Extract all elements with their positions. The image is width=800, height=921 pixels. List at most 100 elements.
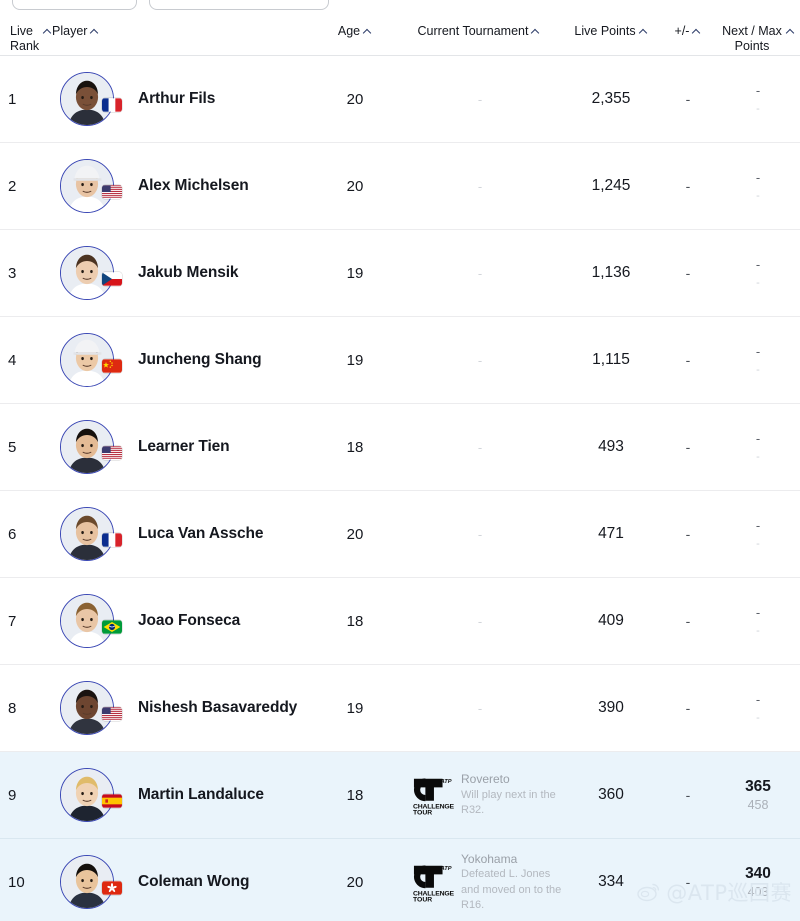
- column-header-age[interactable]: Age: [314, 24, 396, 39]
- age-value: 19: [346, 351, 364, 369]
- svg-text:ATP: ATP: [440, 866, 452, 872]
- tournament-empty: -: [477, 526, 483, 542]
- age-value: 19: [346, 264, 364, 282]
- column-header-live-rank[interactable]: Live Rank: [0, 24, 52, 54]
- table-body: 1 Arthur Fils 20-2,355- - -2 Alex Michelsen 20…: [0, 56, 800, 921]
- avatar: [60, 333, 122, 387]
- current-tournament-cell: -: [396, 230, 562, 317]
- flag-icon: [102, 794, 122, 808]
- player-name[interactable]: Jakub Mensik: [138, 264, 239, 282]
- region-filter-input[interactable]: [12, 0, 137, 10]
- next-max-points-cell: --: [716, 491, 800, 578]
- table-row[interactable]: 10 Coleman Wong 20 ATPCHALLENGERTOUR Yokoham…: [0, 839, 800, 921]
- max-points-value: 458: [747, 798, 769, 812]
- current-tournament-cell: -: [396, 143, 562, 230]
- age-value: 20: [346, 177, 364, 195]
- live-points-value: 2,355: [591, 90, 631, 107]
- table-row[interactable]: 1 Arthur Fils 20-2,355- - -: [0, 56, 800, 143]
- next-max-points-cell: --: [716, 404, 800, 491]
- player-cell[interactable]: Alex Michelsen: [52, 143, 314, 230]
- tournament-empty: -: [477, 265, 483, 281]
- player-cell[interactable]: Luca Van Assche: [52, 491, 314, 578]
- flag-icon: [102, 533, 122, 547]
- live-points-value: 1,245: [591, 177, 631, 194]
- column-header-player[interactable]: Player: [52, 24, 314, 39]
- svg-text:ATP: ATP: [440, 779, 452, 785]
- max-points-value: 403: [747, 885, 769, 899]
- flag-icon: [102, 185, 122, 199]
- player-cell[interactable]: Nishesh Basavareddy: [52, 665, 314, 752]
- column-header-plus-minus-label: +/-: [674, 24, 690, 38]
- next-max-points-cell: --: [716, 317, 800, 404]
- current-tournament-cell: -: [396, 317, 562, 404]
- player-name[interactable]: Luca Van Assche: [138, 525, 264, 543]
- avatar: [60, 594, 122, 648]
- column-header-next-max-points[interactable]: Next / Max Points: [716, 24, 800, 54]
- rank-value: 2: [8, 177, 17, 195]
- current-tournament-cell: -: [396, 578, 562, 665]
- sort-caret-icon: [43, 27, 52, 36]
- rank-value: 6: [8, 525, 17, 543]
- player-name[interactable]: Joao Fonseca: [138, 612, 240, 630]
- table-row[interactable]: 4 Juncheng Shang 19-1,115- - -: [0, 317, 800, 404]
- flag-icon: [102, 881, 122, 895]
- player-cell[interactable]: Martin Landaluce: [52, 752, 314, 839]
- rank-value: 10: [8, 873, 25, 891]
- column-header-live-points[interactable]: Live Points: [562, 24, 660, 39]
- player-name[interactable]: Arthur Fils: [138, 90, 215, 108]
- search-filter-input[interactable]: [149, 0, 329, 10]
- age-value: 18: [346, 438, 364, 456]
- player-cell[interactable]: Jakub Mensik: [52, 230, 314, 317]
- player-name[interactable]: Juncheng Shang: [138, 351, 262, 369]
- column-header-current-tournament[interactable]: Current Tournament: [396, 24, 562, 39]
- avatar: [60, 681, 122, 735]
- table-row[interactable]: 5 Learner Tien 18-493- - -: [0, 404, 800, 491]
- player-name[interactable]: Nishesh Basavareddy: [138, 699, 297, 717]
- current-tournament-cell[interactable]: ATPCHALLENGERTOUR RoveretoWill play next …: [396, 752, 562, 839]
- column-header-current-tournament-label: Current Tournament: [417, 24, 529, 38]
- plus-minus-value: -: [685, 91, 691, 107]
- player-cell[interactable]: Arthur Fils: [52, 56, 314, 143]
- next-points-value: 365: [745, 778, 771, 795]
- player-name[interactable]: Coleman Wong: [138, 873, 249, 891]
- sort-caret-icon: [786, 27, 795, 36]
- current-tournament-cell: -: [396, 56, 562, 143]
- tournament-empty: -: [477, 613, 483, 629]
- player-cell[interactable]: Juncheng Shang: [52, 317, 314, 404]
- rank-value: 3: [8, 264, 17, 282]
- live-points-value: 360: [598, 786, 624, 803]
- tournament-note: Will play next in the R32.: [461, 788, 556, 817]
- avatar: [60, 246, 122, 300]
- column-header-plus-minus[interactable]: +/-: [660, 24, 716, 39]
- live-points-value: 493: [598, 438, 624, 455]
- current-tournament-cell[interactable]: ATPCHALLENGERTOUR Yokohama Defeated L. Jon…: [396, 839, 562, 921]
- player-cell[interactable]: Coleman Wong: [52, 839, 314, 921]
- max-points-value: -: [756, 712, 760, 724]
- max-points-value: -: [756, 364, 760, 376]
- sort-caret-icon: [90, 27, 99, 36]
- tournament-empty: -: [477, 178, 483, 194]
- player-name[interactable]: Martin Landaluce: [138, 786, 264, 804]
- challenger-tour-logo-icon: ATPCHALLENGERTOUR: [412, 775, 454, 815]
- rankings-table: Live Rank Player Age Current Tournament …: [0, 18, 800, 921]
- player-name[interactable]: Learner Tien: [138, 438, 230, 456]
- next-points-value: -: [755, 257, 761, 272]
- avatar: [60, 420, 122, 474]
- avatar: [60, 507, 122, 561]
- plus-minus-value: -: [685, 352, 691, 368]
- flag-icon: [102, 707, 122, 721]
- tournament-empty: -: [477, 439, 483, 455]
- table-row[interactable]: 7 Joao Fonseca 18-409- - -: [0, 578, 800, 665]
- player-cell[interactable]: Learner Tien: [52, 404, 314, 491]
- live-points-value: 334: [598, 873, 624, 890]
- table-row[interactable]: 3 Jakub Mensik 19-1,136- - -: [0, 230, 800, 317]
- table-row[interactable]: 8 Nishesh Basavareddy 19-390- - -: [0, 665, 800, 752]
- table-row[interactable]: 2 Alex Michelsen 20-1,245- - -: [0, 143, 800, 230]
- rank-value: 4: [8, 351, 17, 369]
- svg-text:TOUR: TOUR: [413, 897, 432, 902]
- table-row[interactable]: 9 Martin Landaluce 18 ATPCHALLENGERTOUR Rove…: [0, 752, 800, 839]
- age-value: 20: [346, 90, 364, 108]
- player-name[interactable]: Alex Michelsen: [138, 177, 249, 195]
- table-row[interactable]: 6 Luca Van Assche 20-471- - -: [0, 491, 800, 578]
- player-cell[interactable]: Joao Fonseca: [52, 578, 314, 665]
